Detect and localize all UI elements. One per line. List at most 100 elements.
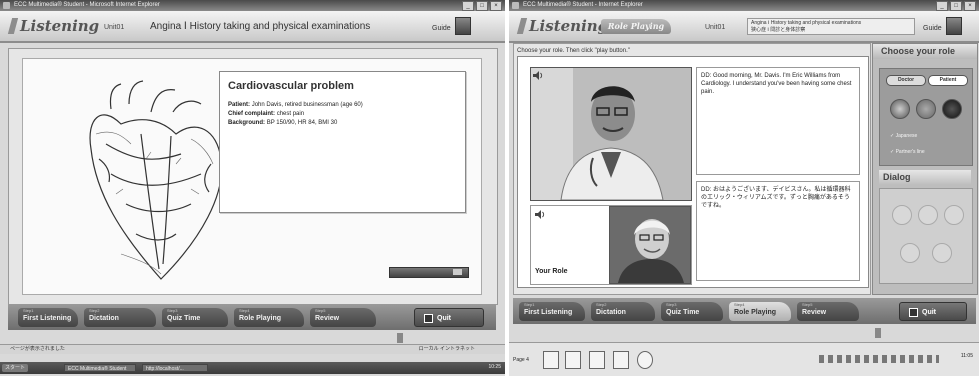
nav-step-label: Role Playing [734, 309, 777, 316]
logo-mark-icon [516, 18, 528, 34]
scroll-handle-icon[interactable] [397, 333, 403, 343]
nav-tab-step5[interactable]: Step5 Review [797, 302, 859, 321]
close-button[interactable]: × [490, 1, 502, 11]
complaint-value: chest pain [276, 111, 305, 117]
nav-step-label: Quiz Time [167, 315, 201, 322]
ie-icon [3, 2, 10, 9]
progress-bar[interactable] [389, 267, 469, 278]
scroll-handle-icon[interactable] [875, 328, 881, 338]
globe-icon[interactable] [637, 351, 653, 369]
role-patient-button[interactable]: Patient [928, 75, 968, 86]
nav-step-label: First Listening [524, 309, 573, 316]
app-logo: Listening [20, 17, 100, 35]
background-label: Background: [228, 120, 266, 126]
mode-badge: Role Playing [601, 19, 671, 34]
pause-button-icon[interactable] [916, 99, 936, 119]
nav-step-label: Role Playing [239, 315, 282, 322]
right-screen: ECC Multimedia® Student - Internet Explo… [509, 0, 979, 376]
progress-thumb[interactable] [453, 269, 462, 275]
left-window-titlebar: ECC Multimedia® Student - Microsoft Inte… [0, 0, 505, 11]
right-window-titlebar: ECC Multimedia® Student - Internet Explo… [509, 0, 979, 11]
lesson-title: Angina Ⅰ History taking and physical exa… [150, 21, 371, 32]
nav-tab-step2[interactable]: Step2 Dictation [591, 302, 655, 321]
pen-icon[interactable] [565, 351, 581, 369]
partners-line-checkbox[interactable]: Partner's line [890, 149, 925, 155]
right-app-header: Listening Role Playing Unit01 Angina Ⅰ H… [509, 11, 979, 43]
guide-icon[interactable] [946, 17, 962, 35]
marker-icon[interactable] [589, 351, 605, 369]
document-icon[interactable] [613, 351, 629, 369]
quit-label: Quit [437, 315, 451, 322]
nav-tab-step2[interactable]: Step2 Dictation [84, 308, 156, 327]
stop-button-icon[interactable] [942, 99, 962, 119]
background-value: BP 150/90, HR 84, BMI 30 [266, 120, 338, 126]
task-item-2[interactable]: http://localhost/... [142, 364, 208, 372]
doctor-photo [530, 67, 692, 201]
dialog-english-text: DD: Good morning, Mr. Davis. I'm Eric Wi… [701, 73, 852, 95]
left-statusbar: ページが表示されました ローカル イントラネット [0, 344, 505, 354]
nav-tab-step3[interactable]: Step3 Quiz Time [162, 308, 228, 327]
nav-tab-step4[interactable]: Step4 Role Playing [729, 302, 791, 321]
right-window-title: ECC Multimedia® Student - Internet Explo… [523, 2, 643, 8]
quit-icon [424, 314, 433, 323]
nav-tab-step3[interactable]: Step3 Quiz Time [661, 302, 723, 321]
info-title: Cardiovascular problem [228, 80, 354, 92]
your-role-label: Your Role [535, 268, 568, 275]
maximize-button[interactable]: □ [476, 1, 488, 11]
task-item-1[interactable]: ECC Multimedia® Student [64, 364, 136, 372]
role-side-panel: Choose your role Doctor Patient Japanese… [872, 43, 978, 295]
right-step-navbar: Step1 First Listening Step2 Dictation St… [513, 298, 976, 324]
dialog-circle-button[interactable] [918, 205, 938, 225]
background-line: Background: BP 150/90, HR 84, BMI 30 [228, 119, 457, 128]
dialog-circle-button[interactable] [944, 205, 964, 225]
patient-value: John Davis, retired businessman (age 60) [251, 102, 363, 108]
ie-icon [512, 2, 519, 9]
play-button-icon[interactable] [890, 99, 910, 119]
minimize-button[interactable]: _ [462, 1, 474, 11]
nav-step-label: Quiz Time [666, 309, 700, 316]
nav-step-label: First Listening [23, 315, 72, 322]
left-step-navbar: Step1 First Listening Step2 Dictation St… [8, 304, 496, 330]
patient-line: Patient: John Davis, retired businessman… [228, 101, 457, 110]
dialog-circle-button[interactable] [900, 243, 920, 263]
speaker-icon[interactable] [535, 210, 545, 219]
nav-step-label: Dictation [596, 309, 626, 316]
app-logo: Listening [529, 17, 609, 35]
complaint-label: Chief complaint: [228, 111, 276, 117]
nav-tab-step1[interactable]: Step1 First Listening [18, 308, 78, 327]
choose-role-title: Choose your role [873, 44, 977, 59]
guide-label: Guide [923, 25, 942, 32]
speaker-icon[interactable] [533, 71, 543, 80]
heart-illustration-panel: Cardiovascular problem Patient: John Dav… [22, 58, 482, 295]
maximize-button[interactable]: □ [950, 1, 962, 11]
dialog-english-box: DD: Good morning, Mr. Davis. I'm Eric Wi… [696, 67, 860, 175]
quit-button[interactable]: Quit [414, 308, 484, 327]
patient-photo [609, 206, 691, 284]
dialog-japanese-text: DD: おはようございます、デイビスさん。私は循環器科のエリック・ウィリアムズで… [701, 187, 851, 209]
dialog-title: Dialog [879, 170, 971, 185]
patient-label: Patient: [228, 102, 251, 108]
right-bottom-toolbar: Page 4 11:05 [509, 342, 979, 376]
window-controls: _ □ × [936, 1, 976, 11]
left-screen: ECC Multimedia® Student - Microsoft Inte… [0, 0, 505, 376]
guide-icon[interactable] [455, 17, 471, 35]
dialog-circle-button[interactable] [932, 243, 952, 263]
lesson-title-box: Angina Ⅰ History taking and physical exa… [747, 18, 915, 35]
role-doctor-button[interactable]: Doctor [886, 75, 926, 86]
japanese-checkbox[interactable]: Japanese [890, 133, 918, 139]
quit-button[interactable]: Quit [899, 302, 967, 321]
quit-label: Quit [922, 309, 936, 316]
nav-tab-step4[interactable]: Step4 Role Playing [234, 308, 304, 327]
close-button[interactable]: × [964, 1, 976, 11]
nav-step-label: Dictation [89, 315, 119, 322]
start-button[interactable]: スタート [2, 364, 28, 372]
nav-tab-step5[interactable]: Step5 Review [310, 308, 376, 327]
dialog-japanese-box: DD: おはようございます、デイビスさん。私は循環器科のエリック・ウィリアムズで… [696, 181, 860, 281]
dialog-circle-button[interactable] [892, 205, 912, 225]
guide-label: Guide [432, 25, 451, 32]
minimize-button[interactable]: _ [936, 1, 948, 11]
role-play-panel: DD: Good morning, Mr. Davis. I'm Eric Wi… [517, 56, 869, 288]
page-indicator: Page 4 [513, 357, 529, 363]
zoom-icon[interactable] [543, 351, 559, 369]
nav-tab-step1[interactable]: Step1 First Listening [519, 302, 585, 321]
